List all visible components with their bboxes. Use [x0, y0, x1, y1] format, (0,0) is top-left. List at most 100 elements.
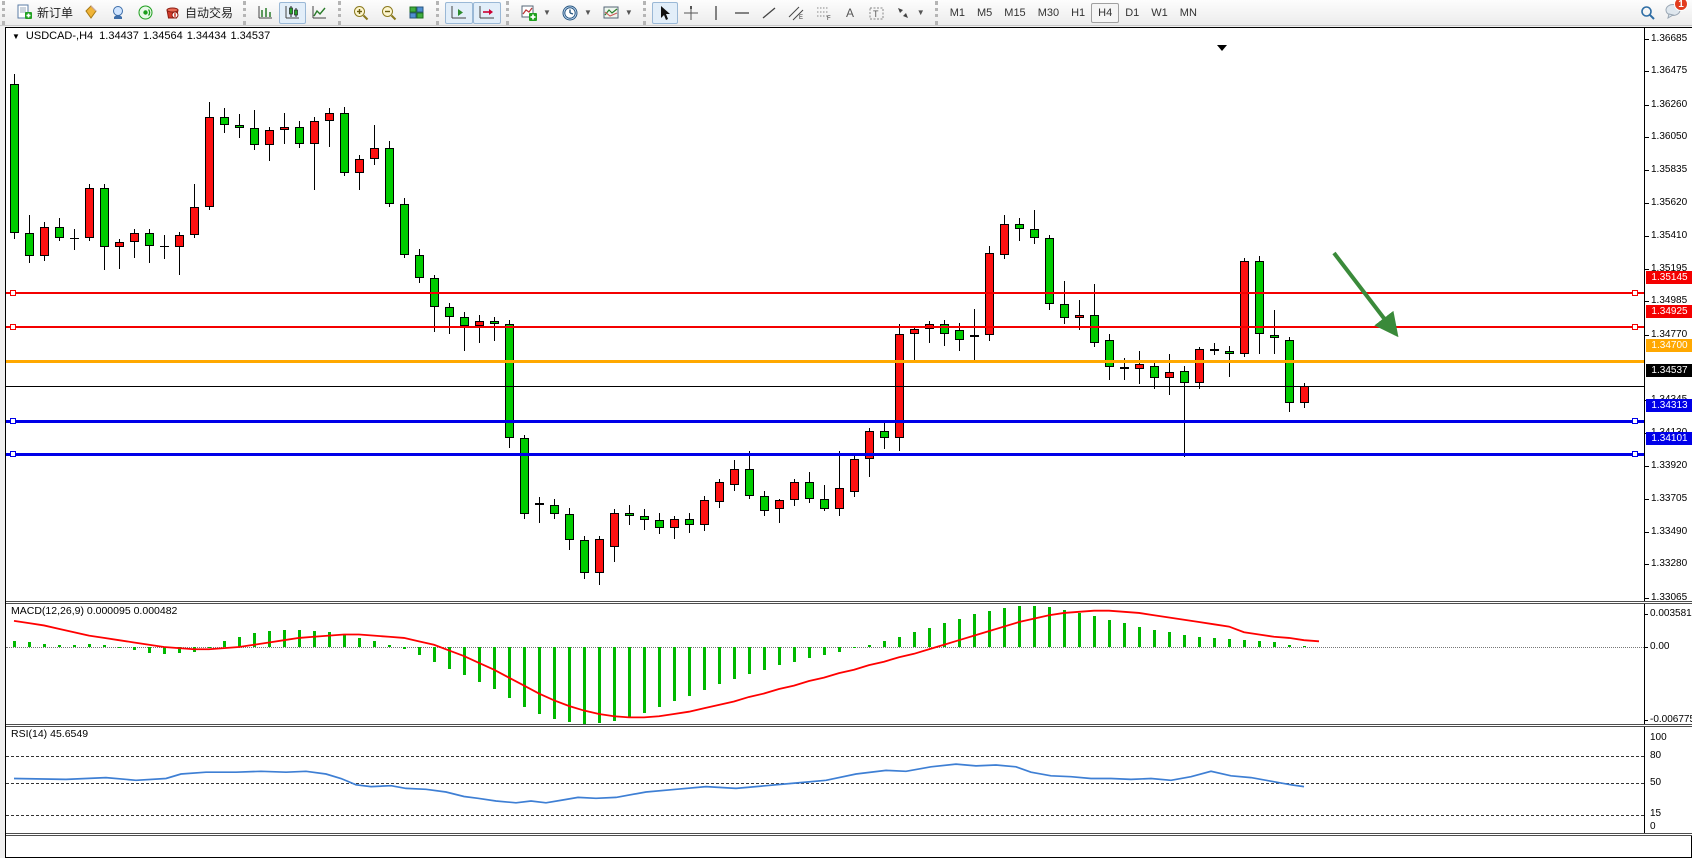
timeframe-M30[interactable]: M30	[1032, 3, 1065, 23]
tile-windows-button[interactable]	[403, 2, 431, 24]
auto-scroll-button[interactable]	[445, 2, 473, 24]
price-tag-1.35145: 1.35145	[1646, 271, 1692, 284]
toolbar-group-trade: 新订单 自动交易	[2, 1, 241, 25]
timeframe-H4[interactable]: H4	[1091, 3, 1119, 23]
periods-button[interactable]: ▼	[556, 2, 597, 24]
equidistant-channel-icon: E	[787, 5, 805, 21]
paint-bucket-icon	[83, 4, 100, 21]
chevron-down-icon: ▼	[917, 8, 925, 17]
line-handle[interactable]	[10, 290, 16, 296]
chart-shift-button[interactable]	[473, 2, 501, 24]
auto-trading-label: 自动交易	[185, 4, 233, 21]
vertical-line-button[interactable]	[704, 2, 728, 24]
toolbar-group-zoom	[338, 1, 434, 25]
market-watch-icon	[110, 4, 127, 21]
tile-windows-icon	[408, 4, 426, 22]
notifications-button[interactable]: 1	[1664, 3, 1682, 22]
timeframe-M5[interactable]: M5	[971, 3, 998, 23]
signal-icon	[137, 4, 154, 21]
fibonacci-button[interactable]: F	[810, 2, 838, 24]
new-order-icon	[16, 4, 33, 21]
cursor-icon	[657, 5, 673, 21]
text-button[interactable]: A	[838, 2, 863, 24]
crosshair-icon	[683, 5, 699, 21]
candlestick-chart-button[interactable]	[279, 2, 306, 24]
text-icon: A	[843, 5, 858, 21]
bar-chart-icon	[257, 4, 274, 21]
price-tag-1.34700: 1.34700	[1646, 339, 1692, 352]
text-label-button[interactable]: T	[863, 2, 890, 24]
timeframe-group: M1M5M15M30H1H4D1W1MN	[935, 1, 1206, 25]
styles-button[interactable]	[78, 2, 105, 24]
line-handle[interactable]	[1632, 451, 1638, 457]
svg-text:T: T	[873, 9, 879, 19]
fibonacci-icon: F	[815, 5, 833, 21]
search-icon[interactable]	[1640, 5, 1656, 21]
chevron-down-icon: ▼	[584, 8, 592, 17]
trading-app: { "toolbar": { "new_order_label": "新订单",…	[0, 0, 1692, 858]
toolbar-group-scroll	[436, 1, 504, 25]
svg-text:E: E	[799, 15, 803, 21]
indicators-button[interactable]: ▼	[515, 2, 556, 24]
auto-trading-icon	[164, 4, 181, 21]
template-icon	[602, 4, 620, 22]
templates-button[interactable]: ▼	[597, 2, 638, 24]
price-tag-1.34313: 1.34313	[1646, 399, 1692, 412]
line-chart-icon	[311, 4, 328, 21]
timeframe-M1[interactable]: M1	[944, 3, 971, 23]
toolbar-group-charttype	[243, 1, 336, 25]
arrow-objects-icon	[895, 5, 912, 21]
candlestick-chart-icon	[284, 4, 301, 21]
horizontal-line-icon	[733, 5, 751, 21]
timeframe-MN[interactable]: MN	[1174, 3, 1203, 23]
channel-button[interactable]: E	[782, 2, 810, 24]
signals-button[interactable]	[132, 2, 159, 24]
trendline-icon	[761, 5, 777, 21]
timeframe-W1[interactable]: W1	[1145, 3, 1174, 23]
line-chart-button[interactable]	[306, 2, 333, 24]
indicators-icon	[520, 4, 538, 22]
svg-text:A: A	[846, 6, 854, 20]
toolbar-group-dropdowns: ▼ ▼ ▼	[506, 1, 641, 25]
price-tag-1.34925: 1.34925	[1646, 305, 1692, 318]
bar-chart-button[interactable]	[252, 2, 279, 24]
rsi-label: RSI(14) 45.6549	[11, 728, 88, 740]
svg-text:F: F	[827, 16, 831, 21]
market-watch-button[interactable]	[105, 2, 132, 24]
cursor-button[interactable]	[652, 2, 678, 24]
text-label-icon: T	[868, 5, 885, 21]
auto-scroll-icon	[450, 4, 468, 22]
timeframe-M15[interactable]: M15	[998, 3, 1031, 23]
new-order-label: 新订单	[37, 4, 73, 21]
line-handle[interactable]	[10, 418, 16, 424]
crosshair-button[interactable]	[678, 2, 704, 24]
chart-shift-marker[interactable]	[1217, 45, 1227, 51]
toolbar-right: 1	[1640, 3, 1692, 22]
zoom-in-button[interactable]	[347, 2, 375, 24]
arrows-button[interactable]: ▼	[890, 2, 930, 24]
zoom-out-button[interactable]	[375, 2, 403, 24]
line-handle[interactable]	[10, 324, 16, 330]
annotation-arrow[interactable]	[1334, 253, 1396, 334]
line-handle[interactable]	[1632, 324, 1638, 330]
new-order-button[interactable]: 新订单	[11, 2, 78, 24]
chevron-down-icon: ▼	[625, 8, 633, 17]
chart-shift-icon	[478, 4, 496, 22]
price-tag-1.34101: 1.34101	[1646, 432, 1692, 445]
toolbar-group-objects: E F A T ▼	[643, 1, 933, 25]
zoom-in-icon	[352, 4, 370, 22]
horizontal-line-button[interactable]	[728, 2, 756, 24]
vertical-line-icon	[709, 5, 723, 21]
price-tag-1.34537: 1.34537	[1646, 364, 1692, 377]
chart-window: ▼ USDCAD-,H4 1.34437 1.34564 1.34434 1.3…	[5, 27, 1692, 858]
main-toolbar: 新订单 自动交易	[0, 0, 1692, 26]
auto-trading-button[interactable]: 自动交易	[159, 2, 238, 24]
chevron-down-icon: ▼	[543, 8, 551, 17]
macd-label: MACD(12,26,9) 0.000095 0.000482	[11, 605, 177, 617]
timeframe-D1[interactable]: D1	[1119, 3, 1145, 23]
line-handle[interactable]	[1632, 290, 1638, 296]
trendline-button[interactable]	[756, 2, 782, 24]
line-handle[interactable]	[1632, 418, 1638, 424]
timeframe-H1[interactable]: H1	[1065, 3, 1091, 23]
line-handle[interactable]	[10, 451, 16, 457]
